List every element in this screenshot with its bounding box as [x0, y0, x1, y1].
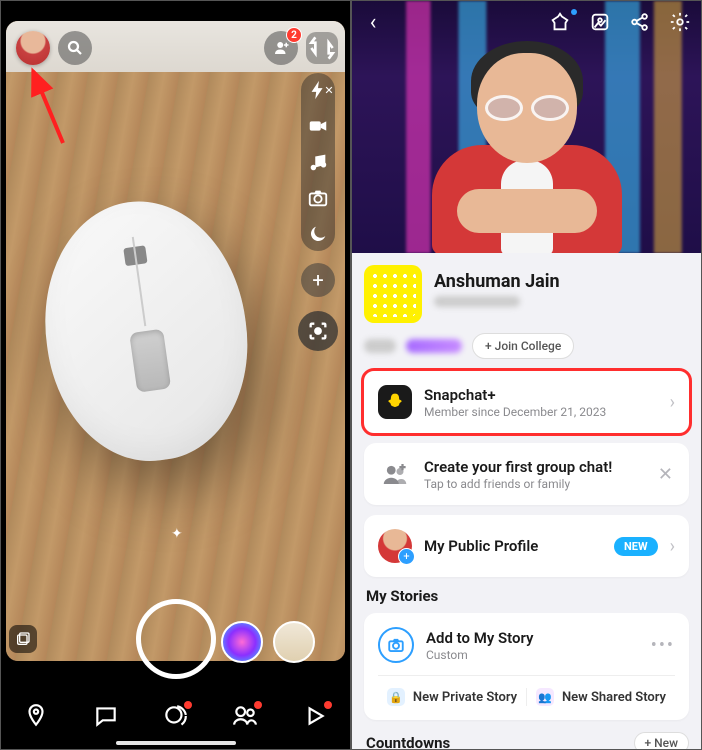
public-profile-avatar-icon: [378, 529, 412, 563]
nav-camera[interactable]: [162, 703, 188, 729]
create-group-card[interactable]: Create your first group chat! Tap to add…: [364, 443, 689, 505]
lens-option-1[interactable]: [221, 621, 263, 663]
camera-viewport[interactable]: ✦: [6, 21, 345, 661]
camera-toolbar: ✕: [301, 73, 335, 251]
shutter-button[interactable]: [136, 599, 216, 679]
lock-icon: 🔒: [387, 688, 405, 706]
camera-mode-icon[interactable]: [307, 187, 329, 209]
lens-carousel[interactable]: [221, 621, 315, 663]
chevron-right-icon: ›: [670, 536, 675, 557]
nav-chat[interactable]: [93, 703, 119, 729]
join-college-chip[interactable]: + Join College: [472, 333, 574, 359]
shared-story-label: New Shared Story: [562, 690, 666, 705]
music-icon[interactable]: [307, 151, 329, 173]
snap-plus-subtitle: Member since December 21, 2023: [424, 405, 658, 419]
new-private-story-button[interactable]: 🔒 New Private Story: [378, 688, 527, 706]
memories-button[interactable]: [9, 625, 37, 653]
bitmoji-avatar[interactable]: [437, 35, 617, 253]
snapchat-plus-icon: [378, 385, 412, 419]
username-blurred: [434, 296, 520, 307]
chevron-right-icon: ›: [670, 392, 675, 413]
home-indicator: [116, 741, 236, 745]
stories-card: Add to My Story Custom ••• 🔒 New Private…: [364, 613, 689, 720]
score-blurred: [364, 339, 396, 353]
nav-stories[interactable]: [232, 703, 258, 729]
private-story-label: New Private Story: [413, 690, 517, 705]
snapcode[interactable]: [364, 265, 422, 323]
new-shared-story-button[interactable]: 👥 New Shared Story: [527, 688, 675, 706]
profile-screen: ‹ Anshuman Jain + Join College: [351, 0, 702, 750]
back-button[interactable]: ‹: [362, 11, 384, 33]
countdowns-header: Countdowns: [366, 734, 450, 750]
profile-avatar-button[interactable]: [16, 31, 50, 65]
video-icon[interactable]: [307, 115, 329, 137]
dismiss-group-card[interactable]: ✕: [656, 464, 675, 485]
night-mode-icon[interactable]: [307, 223, 329, 245]
lens-option-2[interactable]: [273, 621, 315, 663]
settings-gear-icon[interactable]: [669, 11, 691, 33]
flash-icon[interactable]: ✕: [307, 79, 329, 101]
profile-content: Anshuman Jain + Join College Snapchat+ M…: [352, 253, 701, 750]
sparkle-icon: ✦: [171, 526, 183, 542]
public-profile-card[interactable]: My Public Profile NEW ›: [364, 515, 689, 577]
my-stories-header: My Stories: [366, 587, 687, 605]
snapchat-plus-card[interactable]: Snapchat+ Member since December 21, 2023…: [364, 371, 689, 433]
people-icon: 👥: [536, 688, 554, 706]
group-title: Create your first group chat!: [424, 458, 644, 476]
add-story-title[interactable]: Add to My Story: [426, 629, 639, 647]
more-tools-button[interactable]: +: [301, 263, 335, 297]
camera-screen: ✦ 2 ✕ +: [0, 0, 351, 750]
add-story-subtitle: Custom: [426, 648, 639, 662]
display-name: Anshuman Jain: [434, 271, 689, 292]
snap-plus-title: Snapchat+: [424, 386, 658, 404]
group-icon: [378, 457, 412, 491]
profile-header: ‹: [352, 1, 701, 253]
nav-map[interactable]: [23, 703, 49, 729]
nav-spotlight[interactable]: [302, 703, 328, 729]
zodiac-blurred: [406, 339, 462, 353]
outfit-icon[interactable]: [549, 11, 571, 33]
add-friends-badge: 2: [286, 27, 302, 43]
public-profile-title: My Public Profile: [424, 537, 602, 555]
new-countdown-button[interactable]: + New: [634, 732, 690, 750]
add-story-icon[interactable]: [378, 627, 414, 663]
flip-camera-button[interactable]: [306, 32, 338, 64]
group-subtitle: Tap to add friends or family: [424, 477, 644, 491]
share-icon[interactable]: [629, 11, 651, 33]
new-badge: NEW: [614, 537, 658, 556]
story-more-button[interactable]: •••: [651, 635, 675, 656]
share-snapcode-icon[interactable]: [589, 11, 611, 33]
scan-button[interactable]: [298, 311, 338, 351]
search-button[interactable]: [58, 31, 92, 65]
